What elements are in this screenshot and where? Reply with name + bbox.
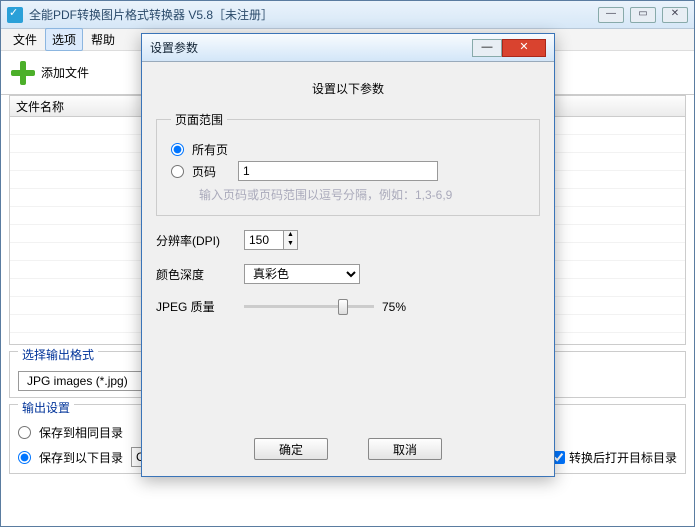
page-numbers-input[interactable] xyxy=(238,161,438,181)
save-same-dir-label: 保存到相同目录 xyxy=(39,424,123,441)
page-range-hint: 输入页码或页码范围以逗号分隔，例如：1,3-6,9 xyxy=(199,186,525,203)
save-same-dir-radio[interactable] xyxy=(18,426,31,439)
output-format-select[interactable]: JPG images (*.jpg) xyxy=(18,371,158,391)
save-to-dir-label: 保存到以下目录 xyxy=(39,449,123,466)
dialog-body: 设置以下参数 页面范围 所有页 页码 输入页码或页码范围以逗号分隔，例如：1,3… xyxy=(142,62,554,327)
all-pages-radio[interactable] xyxy=(171,143,184,156)
color-depth-select[interactable]: 真彩色 xyxy=(244,264,360,284)
settings-dialog: 设置参数 — ✕ 设置以下参数 页面范围 所有页 页码 输入页码或页码范围以逗号… xyxy=(141,33,555,477)
dialog-subtitle: 设置以下参数 xyxy=(156,80,540,97)
slider-thumb[interactable] xyxy=(338,299,348,315)
open-after-label: 转换后打开目标目录 xyxy=(569,449,677,466)
ok-button[interactable]: 确定 xyxy=(254,438,328,460)
page-numbers-label: 页码 xyxy=(192,163,216,180)
jpeg-quality-value: 75% xyxy=(382,300,406,314)
add-file-button[interactable]: 添加文件 xyxy=(11,61,89,85)
window-title: 全能PDF转换图片格式转换器 V5.8［未注册］ xyxy=(29,6,598,23)
minimize-button[interactable]: — xyxy=(598,7,624,23)
dpi-up-icon[interactable]: ▲ xyxy=(284,231,297,240)
dpi-down-icon[interactable]: ▼ xyxy=(284,240,297,249)
column-filename: 文件名称 xyxy=(16,100,64,114)
maximize-button[interactable]: ▭ xyxy=(630,7,656,23)
jpeg-quality-label: JPEG 质量 xyxy=(156,298,232,315)
save-to-dir-radio[interactable] xyxy=(18,451,31,464)
all-pages-label: 所有页 xyxy=(192,141,228,158)
dialog-title: 设置参数 xyxy=(150,39,472,56)
dpi-spinner[interactable]: ▲▼ xyxy=(244,230,298,250)
dpi-input[interactable] xyxy=(244,230,284,250)
dialog-minimize-button[interactable]: — xyxy=(472,39,502,57)
plus-icon xyxy=(11,61,35,85)
menu-options[interactable]: 选项 xyxy=(45,28,83,51)
dpi-label: 分辨率(DPI) xyxy=(156,232,232,249)
add-file-label: 添加文件 xyxy=(41,64,89,81)
jpeg-quality-slider[interactable] xyxy=(244,305,374,308)
cancel-button[interactable]: 取消 xyxy=(368,438,442,460)
page-range-fieldset: 页面范围 所有页 页码 输入页码或页码范围以逗号分隔，例如：1,3-6,9 xyxy=(156,111,540,216)
dialog-close-button[interactable]: ✕ xyxy=(502,39,546,57)
output-settings-title: 输出设置 xyxy=(18,399,74,416)
dialog-titlebar[interactable]: 设置参数 — ✕ xyxy=(142,34,554,62)
page-numbers-radio[interactable] xyxy=(171,165,184,178)
output-format-title: 选择输出格式 xyxy=(18,346,98,363)
app-icon xyxy=(7,7,23,23)
menu-help[interactable]: 帮助 xyxy=(85,29,121,50)
close-button[interactable]: ✕ xyxy=(662,7,688,23)
main-titlebar: 全能PDF转换图片格式转换器 V5.8［未注册］ — ▭ ✕ xyxy=(1,1,694,29)
color-depth-label: 颜色深度 xyxy=(156,266,232,283)
menu-file[interactable]: 文件 xyxy=(7,29,43,50)
page-range-legend: 页面范围 xyxy=(171,111,227,128)
